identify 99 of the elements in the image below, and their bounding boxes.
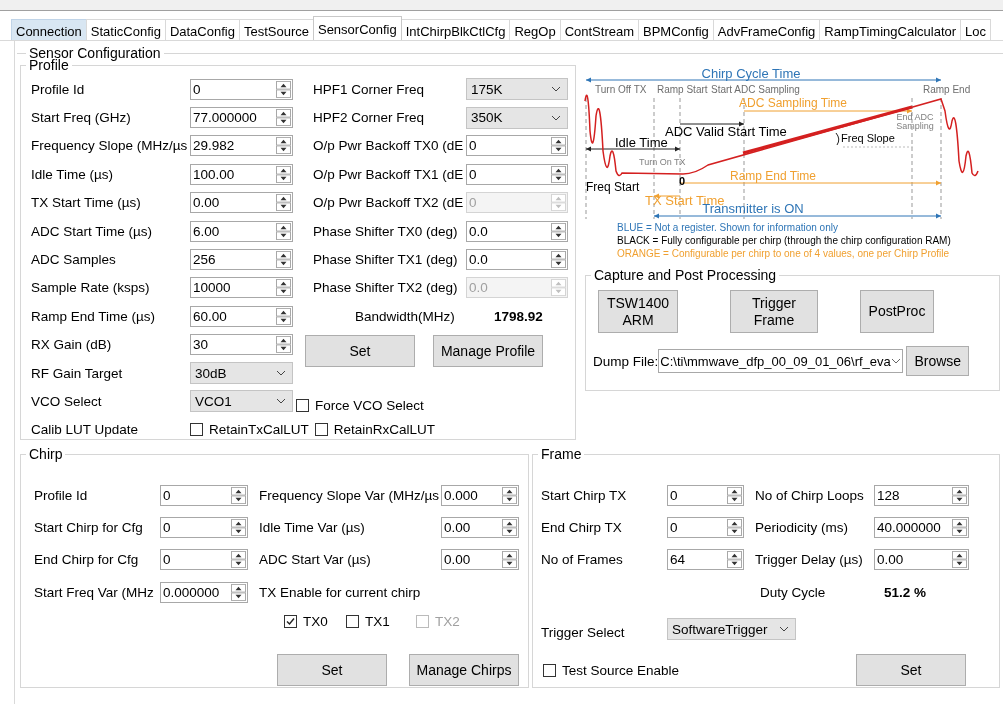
field-label: End Chirp TX bbox=[541, 519, 623, 535]
duty-cycle-value: 51.2 % bbox=[883, 584, 928, 600]
checkbox[interactable]: RetainRxCalLUT bbox=[314, 422, 436, 438]
field-label: Sample Rate (ksps) bbox=[31, 280, 151, 296]
chevron-icon bbox=[551, 114, 561, 121]
field-label: End Chirp for Cfg bbox=[34, 552, 140, 568]
tab[interactable]: SensorConfig bbox=[312, 16, 402, 40]
field-label: Duty Cycle bbox=[759, 584, 827, 600]
field-label: RX Gain (dB) bbox=[31, 337, 113, 353]
chevron-icon bbox=[276, 398, 286, 405]
diagram-label: Ramp Start bbox=[657, 85, 708, 95]
field-label: HPF1 Corner Freq bbox=[313, 81, 426, 97]
dropdown[interactable]: 30dB bbox=[190, 362, 293, 385]
group-title: Chirp bbox=[28, 446, 64, 462]
diagram-label: Turn Off TX bbox=[595, 85, 647, 95]
chevron-icon bbox=[779, 626, 789, 633]
field-label: No of Frames bbox=[541, 552, 624, 568]
set-button[interactable]: Set bbox=[277, 654, 387, 686]
diagram-label: Turn On TX bbox=[639, 158, 686, 167]
field-label: ADC Start Time (µs) bbox=[31, 223, 154, 239]
tab[interactable]: Connection bbox=[11, 19, 87, 40]
field-label: TX Start Time (µs) bbox=[31, 195, 142, 211]
field-label: Idle Time (µs) bbox=[31, 166, 115, 182]
field-label: O/p Pwr Backoff TX1 (dE bbox=[313, 166, 465, 182]
tab[interactable]: Loc bbox=[960, 19, 992, 40]
field-label: TX Enable for current chirp bbox=[259, 584, 422, 600]
tab[interactable]: DataConfig bbox=[164, 19, 240, 40]
checkbox[interactable]: RetainTxCalLUT bbox=[190, 422, 309, 438]
group-title: Frame bbox=[540, 446, 583, 462]
field-label: Bandwidth(MHz) bbox=[354, 308, 456, 324]
chevron-icon bbox=[890, 358, 901, 364]
field-label: No of Chirp Loops bbox=[755, 487, 865, 503]
field-label: Frequency Slope (MHz/µs bbox=[31, 138, 189, 154]
diagram-label: Chirp Cycle Time bbox=[701, 67, 801, 80]
field-label: Start Chirp for Cfg bbox=[34, 519, 144, 535]
diagram-label: BLUE = Not a register. Shown for information only bbox=[617, 223, 838, 233]
tab[interactable]: BPMConfig bbox=[638, 19, 714, 40]
field-label: Start Freq (GHz) bbox=[31, 110, 132, 126]
tab[interactable]: RampTimingCalculator bbox=[819, 19, 962, 40]
field-label: Calib LUT Update bbox=[31, 422, 140, 438]
tab[interactable]: IntChirpBlkCtlCfg bbox=[400, 19, 511, 40]
diagram-label: ADC Valid Start Time bbox=[665, 125, 787, 138]
group-title: Capture and Post Processing bbox=[593, 267, 778, 283]
dropdown[interactable]: VCO1 bbox=[190, 390, 293, 413]
field-label: Ramp End Time (µs) bbox=[31, 308, 157, 324]
diagram-label: ORANGE = Configurable per chirp to one of 4 values, one per Chirp Profile bbox=[617, 249, 950, 259]
field-label: Trigger Select bbox=[541, 625, 626, 641]
action-button[interactable]: Manage Profile bbox=[433, 334, 543, 367]
dropdown[interactable]: 350K bbox=[466, 106, 568, 129]
field-label: Frequency Slope Var (MHz/µs bbox=[259, 487, 441, 503]
action-button[interactable]: PostProc bbox=[860, 290, 934, 333]
diagram-label: Start ADC Sampling bbox=[711, 85, 800, 95]
diagram-label: Ramp End bbox=[923, 85, 971, 95]
field-label: HPF2 Corner Freq bbox=[313, 110, 426, 126]
check-icon bbox=[285, 616, 296, 628]
field-label: Start Chirp TX bbox=[541, 487, 628, 503]
tab[interactable]: RegOp bbox=[509, 19, 561, 40]
chevron-icon bbox=[276, 370, 286, 377]
field-label: RF Gain Target bbox=[31, 365, 124, 381]
bandwidth-value: 1798.92 bbox=[493, 308, 544, 324]
action-button[interactable]: TSW1400 ARM bbox=[598, 290, 678, 333]
field-label: Phase Shifter TX2 (deg) bbox=[313, 280, 459, 296]
field-label: ADC Samples bbox=[31, 252, 117, 268]
field-label: Periodicity (ms) bbox=[755, 519, 849, 535]
field-label: Profile Id bbox=[34, 487, 89, 503]
action-button[interactable]: Set bbox=[305, 334, 415, 367]
browse-button[interactable]: Browse bbox=[906, 346, 970, 376]
diagram-label: Freq Slope bbox=[841, 133, 895, 144]
field-label: O/p Pwr Backoff TX2 (dE bbox=[313, 195, 465, 211]
field-label: Start Freq Var (MHz bbox=[34, 584, 155, 600]
field-label: ADC Start Var (µs) bbox=[259, 552, 372, 568]
diagram-label: ADC Sampling Time bbox=[739, 97, 847, 109]
set-button[interactable]: Set bbox=[856, 654, 966, 686]
field-label: Trigger Delay (µs) bbox=[755, 552, 864, 568]
diagram-label: Freq Start bbox=[586, 181, 640, 193]
field-label: Dump File: bbox=[593, 353, 659, 369]
diagram-label: End ADC Sampling bbox=[895, 113, 935, 131]
tab[interactable]: AdvFrameConfig bbox=[712, 19, 821, 40]
diagram-label: 0 bbox=[679, 176, 686, 187]
checkbox[interactable]: TX1 bbox=[346, 614, 416, 630]
diagram-label: BLACK = Fully configurable per chirp (through the chirp configuration RAM) bbox=[617, 236, 951, 246]
field-label: Idle Time Var (µs) bbox=[259, 519, 366, 535]
field-label: Profile Id bbox=[31, 81, 86, 97]
field-label: Phase Shifter TX1 (deg) bbox=[313, 252, 459, 268]
checkbox[interactable]: Test Source Enable bbox=[543, 663, 680, 678]
field-label: O/p Pwr Backoff TX0 (dE bbox=[313, 138, 465, 154]
checkbox[interactable]: TX0 bbox=[284, 614, 346, 630]
field-label: Phase Shifter TX0 (deg) bbox=[313, 223, 459, 239]
dropdown[interactable]: 175K bbox=[466, 78, 568, 101]
file-path-dropdown[interactable]: C:\ti\mmwave_dfp_00_09_01_06\rf_eva bbox=[658, 349, 904, 373]
diagram-label: Ramp End Time bbox=[730, 170, 816, 182]
dropdown[interactable]: SoftwareTrigger bbox=[667, 618, 796, 641]
checkbox[interactable]: Force VCO Select bbox=[296, 398, 424, 413]
chevron-icon bbox=[551, 86, 561, 93]
field-label: VCO Select bbox=[31, 394, 103, 409]
diagram-label: Idle Time bbox=[615, 136, 668, 149]
manage-chirps-button[interactable]: Manage Chirps bbox=[409, 654, 519, 686]
action-button[interactable]: Trigger Frame bbox=[730, 290, 818, 333]
tab[interactable]: StaticConfig bbox=[85, 19, 166, 40]
